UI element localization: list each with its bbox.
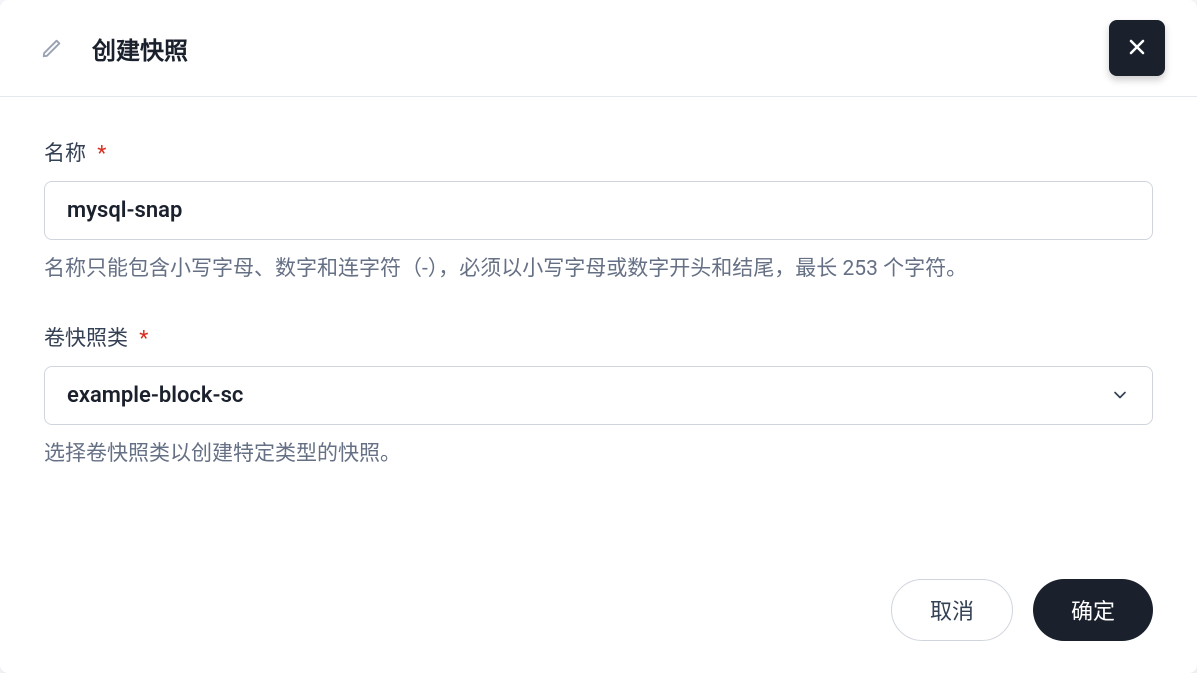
required-asterisk: * [97, 142, 106, 166]
modal-header: 创建快照 [0, 0, 1197, 97]
name-label: 名称 * [44, 137, 1153, 167]
modal-header-left: 创建快照 [40, 31, 188, 66]
modal-body: 名称 * 名称只能包含小写字母、数字和连字符（-），必须以小写字母或数字开头和结… [0, 97, 1197, 555]
name-help-text: 名称只能包含小写字母、数字和连字符（-），必须以小写字母或数字开头和结尾，最长 … [44, 254, 1153, 286]
close-icon [1125, 35, 1149, 62]
modal-title: 创建快照 [92, 31, 188, 66]
cancel-button[interactable]: 取消 [891, 579, 1013, 641]
snapshot-class-help-text: 选择卷快照类以创建特定类型的快照。 [44, 439, 1153, 471]
snapshot-class-value: example-block-sc [67, 383, 243, 408]
snapshot-class-label: 卷快照类 * [44, 322, 1153, 352]
create-snapshot-modal: 创建快照 名称 * 名称只能包含小写字母、数字和连字符（-），必须以小写字母或数… [0, 0, 1197, 673]
name-field-group: 名称 * 名称只能包含小写字母、数字和连字符（-），必须以小写字母或数字开头和结… [44, 137, 1153, 286]
name-input[interactable] [44, 181, 1153, 240]
chevron-down-icon [1110, 385, 1130, 405]
snapshot-class-field-group: 卷快照类 * example-block-sc 选择卷快照类以创建特定类型的快照… [44, 322, 1153, 471]
snapshot-class-select-wrapper: example-block-sc [44, 366, 1153, 425]
required-asterisk: * [139, 327, 148, 351]
name-label-text: 名称 [44, 142, 86, 166]
snapshot-class-select[interactable]: example-block-sc [44, 366, 1153, 425]
snapshot-class-label-text: 卷快照类 [44, 327, 128, 351]
modal-footer: 取消 确定 [0, 555, 1197, 673]
pencil-icon [40, 36, 64, 60]
close-button[interactable] [1109, 20, 1165, 76]
confirm-button[interactable]: 确定 [1033, 579, 1153, 641]
